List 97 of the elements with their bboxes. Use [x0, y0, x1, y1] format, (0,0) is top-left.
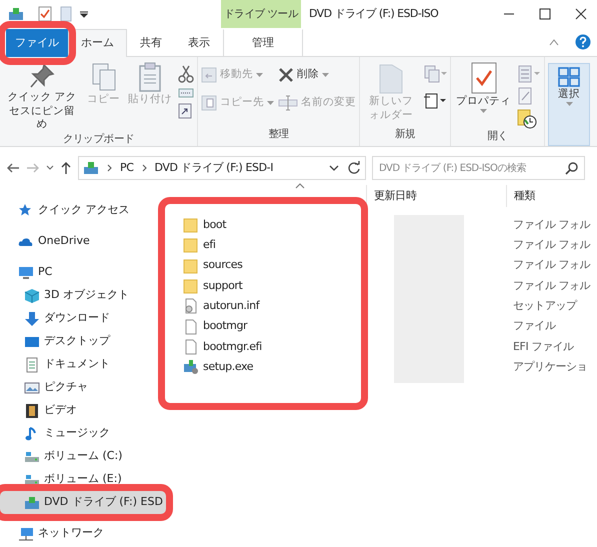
file-name[interactable]: bootmgr.efi — [203, 338, 262, 356]
move-icon — [201, 67, 217, 83]
folder-icon — [183, 278, 198, 294]
shortcut-icon[interactable] — [178, 103, 192, 119]
sidebar-item[interactable]: 3D オブジェクト — [0, 284, 166, 307]
collapse-icon[interactable] — [549, 38, 559, 46]
sidebar-item[interactable]: ビデオ — [0, 399, 166, 422]
file-type: アプリケーショ — [512, 358, 588, 375]
network-icon — [18, 526, 34, 542]
file-name[interactable]: setup.exe — [203, 358, 254, 376]
refresh-icon[interactable] — [347, 161, 361, 175]
drive-icon[interactable] — [8, 6, 24, 22]
scissors-icon[interactable] — [178, 65, 194, 83]
file-type: セットアップ — [512, 298, 577, 314]
copy-to-icon — [201, 95, 217, 111]
chevron-down-icon[interactable] — [329, 164, 339, 172]
sort-ascending-icon[interactable] — [295, 183, 305, 189]
file-name[interactable]: support — [203, 278, 242, 294]
picture-icon — [24, 380, 40, 396]
down-arrow-icon — [24, 310, 40, 326]
clipboard-icon — [137, 61, 163, 93]
search-box[interactable]: DVD ドライブ (F:) ESD-ISOの検索 — [372, 156, 585, 180]
search-icon[interactable] — [565, 162, 578, 174]
history-icon[interactable] — [517, 109, 537, 129]
document-icon — [24, 356, 40, 372]
copy-icon — [90, 61, 118, 93]
chevron-right-icon — [142, 164, 147, 172]
sidebar-item[interactable]: ドキュメント — [0, 353, 166, 376]
back-icon[interactable] — [6, 162, 20, 174]
checkmark-document-icon[interactable] — [38, 6, 52, 22]
ribbon-button[interactable]: プロパティ — [454, 61, 513, 129]
sidebar-item[interactable]: ネットワーク — [0, 522, 166, 545]
file-name[interactable]: autorun.inf — [203, 298, 260, 315]
sidebar-item[interactable]: ピクチャ — [0, 376, 166, 399]
file-name[interactable]: bootmgr — [203, 318, 248, 335]
drive-icon — [24, 494, 40, 510]
delete-icon — [278, 67, 294, 83]
easy-access-icon[interactable] — [423, 91, 447, 109]
file-icon — [183, 318, 198, 335]
breadcrumb[interactable]: PC — [120, 160, 134, 176]
window-title: DVD ドライブ (F:) ESD-ISO — [309, 6, 438, 22]
address-bar[interactable]: PC DVD ドライブ (F:) ESD-I — [78, 156, 366, 180]
sidebar-item[interactable]: PC — [0, 261, 166, 284]
sidebar-item[interactable]: ダウンロード — [0, 307, 166, 330]
file-icon — [183, 338, 198, 355]
chevron-down-icon[interactable] — [46, 165, 54, 171]
rename-icon — [278, 95, 298, 111]
ribbon-tab[interactable]: 共有 — [127, 29, 175, 57]
ribbon-tab[interactable]: ファイル — [6, 29, 68, 57]
film-icon — [24, 402, 40, 418]
computer-icon — [18, 264, 34, 280]
grid-icon — [557, 66, 581, 88]
settings-file-icon — [183, 298, 198, 314]
file-type: ファイル フォル — [512, 257, 590, 274]
column-header[interactable]: 種類 — [506, 185, 542, 207]
up-icon[interactable] — [60, 161, 72, 175]
maximize-icon[interactable] — [539, 8, 551, 20]
sidebar-item[interactable]: クイック アクセス — [0, 199, 166, 222]
column-header[interactable]: 更新日時 — [366, 185, 506, 207]
drive-icon — [83, 161, 99, 175]
list-icon[interactable] — [517, 65, 541, 83]
ribbon-group-label: 新規 — [394, 127, 416, 142]
ribbon-button[interactable]: 選択 — [548, 63, 590, 146]
path-icon[interactable] — [178, 87, 194, 99]
ribbon-group-label: クリップボード — [62, 132, 136, 147]
sidebar-item[interactable]: ボリューム (E:) — [0, 468, 166, 491]
breadcrumb[interactable]: DVD ドライブ (F:) ESD-I — [154, 160, 274, 176]
context-tab-group-label: ドライブ ツール — [221, 0, 301, 28]
document-icon[interactable] — [60, 6, 72, 22]
folder-icon — [183, 237, 198, 254]
caret-icon[interactable] — [80, 10, 88, 18]
file-name[interactable]: boot — [203, 216, 226, 234]
ribbon-tab[interactable]: 表示 — [175, 29, 223, 57]
folder-icon — [183, 217, 198, 234]
help-icon[interactable] — [575, 34, 591, 50]
sidebar-item[interactable]: DVD ドライブ (F:) ESD — [0, 491, 166, 514]
file-name[interactable]: efi — [203, 237, 216, 254]
file-type: ファイル — [512, 318, 556, 334]
file-name[interactable]: sources — [203, 257, 242, 274]
file-type: ファイル フォル — [512, 216, 590, 233]
sidebar-item[interactable]: デスクトップ — [0, 330, 166, 353]
ribbon-group-label: 整理 — [267, 127, 290, 142]
sidebar-item[interactable]: ミュージック — [0, 422, 166, 445]
setup-icon — [183, 359, 198, 376]
checkmark-document-icon — [470, 61, 498, 95]
close-icon[interactable] — [575, 8, 587, 20]
cube-icon — [24, 288, 40, 304]
ribbon-button[interactable]: クイック アクセスにピン留め — [3, 61, 81, 132]
file-type: ファイル フォル — [512, 278, 590, 294]
file-type: EFI ファイル — [512, 338, 574, 355]
folder-icon — [183, 258, 198, 274]
chevron-right-icon — [107, 164, 112, 172]
sidebar-item[interactable]: ボリューム (C:) — [0, 445, 166, 468]
file-type: ファイル フォル — [512, 237, 590, 254]
sidebar-item[interactable]: OneDrive — [0, 230, 166, 253]
ribbon-button[interactable]: 削除 — [278, 65, 356, 85]
ribbon-group-label: 開く — [486, 129, 509, 144]
